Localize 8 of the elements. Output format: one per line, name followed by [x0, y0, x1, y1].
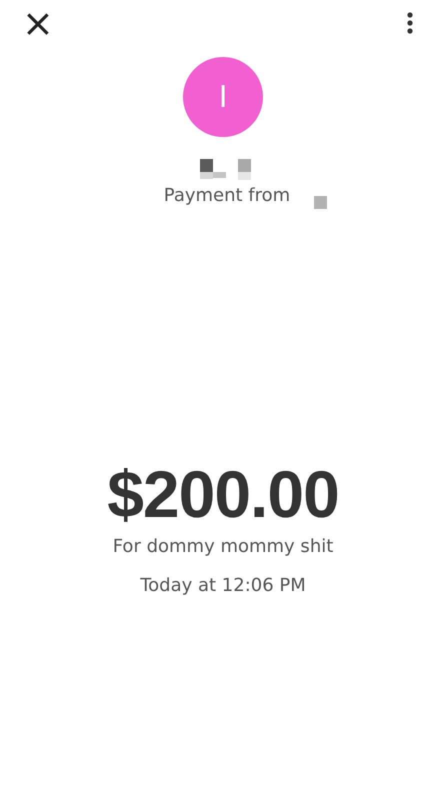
more-options-icon[interactable]: [406, 12, 414, 34]
payment-time: Today at 12:06 PM: [140, 575, 306, 596]
payment-caption: Payment from: [164, 185, 290, 206]
payment-amount: $200.00: [107, 456, 339, 532]
redaction-drawing: [314, 196, 328, 209]
avatar: I: [183, 57, 263, 137]
close-button[interactable]: ×: [22, 7, 54, 39]
payment-note: For dommy mommy shit: [112, 536, 334, 557]
